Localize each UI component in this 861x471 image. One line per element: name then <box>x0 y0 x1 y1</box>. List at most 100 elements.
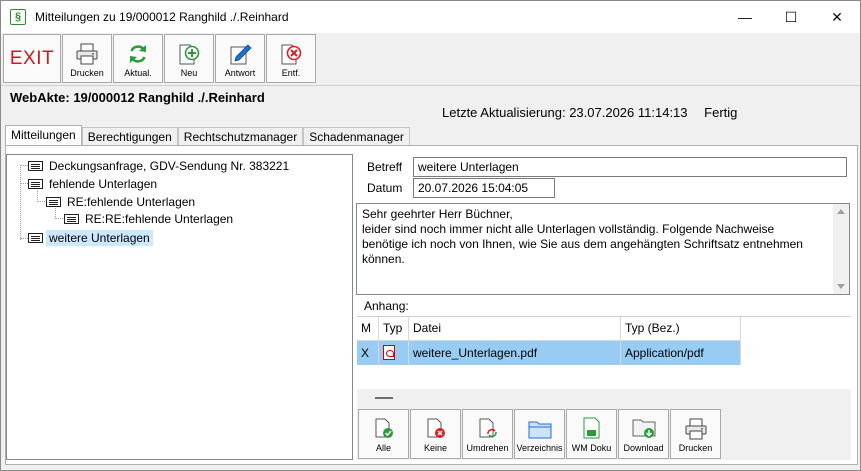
message-tree[interactable]: Deckungsanfrage, GDV-Sendung Nr. 383221 … <box>6 154 353 460</box>
title-bar[interactable]: § Mitteilungen zu 19/000012 Ranghild ./.… <box>1 1 860 33</box>
tree-item-selected[interactable]: weitere Unterlagen <box>28 229 153 246</box>
column-header-datei[interactable]: Datei <box>409 317 621 341</box>
toolbar-separator <box>1 85 860 86</box>
print-attachments-label: Drucken <box>678 443 713 453</box>
cell-mime-type[interactable]: Application/pdf <box>621 341 741 365</box>
delete-icon <box>281 44 302 65</box>
print-attachments-button[interactable]: Drucken <box>670 409 721 459</box>
tree-line <box>20 238 28 239</box>
tab-berechtigungen[interactable]: Berechtigungen <box>81 127 178 146</box>
select-all-label: Alle <box>375 443 391 453</box>
datum-field[interactable]: 20.07.2026 15:04:05 <box>413 178 555 198</box>
last-update-value: 23.07.2026 11:14:13 <box>569 105 688 120</box>
tree-item[interactable]: Deckungsanfrage, GDV-Sendung Nr. 383221 <box>28 157 292 174</box>
tree-item-label: RE:fehlende Unterlagen <box>67 194 196 209</box>
tree-line <box>55 218 63 219</box>
status-text: Fertig <box>704 105 738 120</box>
wm-document-label: WM Doku <box>571 443 612 453</box>
tree-line <box>20 183 28 184</box>
datum-label: Datum <box>367 181 403 195</box>
minimize-button[interactable]: — <box>722 1 768 33</box>
wm-document-icon <box>583 417 599 439</box>
tree-line <box>20 165 21 240</box>
tree-item[interactable]: RE:fehlende Unterlagen <box>46 193 198 210</box>
uncheck-icon <box>427 418 445 438</box>
scroll-thumb[interactable] <box>375 397 393 399</box>
message-scrollbar[interactable] <box>833 204 849 294</box>
status-line: Letzte Aktualisierung: 23.07.2026 11:14:… <box>442 105 737 120</box>
tree-item[interactable]: fehlende Unterlagen <box>28 175 160 192</box>
download-button[interactable]: Download <box>618 409 669 459</box>
download-folder-icon <box>632 419 655 438</box>
message-line: Sehr geehrter Herr Büchner, <box>362 207 513 221</box>
column-header-typ[interactable]: Typ <box>379 317 409 341</box>
exit-label: EXIT <box>9 47 55 69</box>
tree-item-label: fehlende Unterlagen <box>49 176 158 191</box>
close-window-button[interactable]: ✕ <box>814 1 860 33</box>
directory-label: Verzeichnis <box>516 443 563 453</box>
message-icon <box>46 196 61 207</box>
cell-marked[interactable]: X <box>357 341 379 365</box>
refresh-label: Aktual. <box>124 68 152 78</box>
reply-pen-icon <box>230 44 252 65</box>
reply-label: Antwort <box>224 68 256 78</box>
tree-item[interactable]: RE:RE:fehlende Unterlagen <box>64 210 236 227</box>
printer-icon <box>685 418 706 440</box>
printer-icon <box>76 43 98 65</box>
message-body[interactable]: Sehr geehrter Herr Büchner, leider sind … <box>356 203 850 295</box>
scroll-down-arrow-icon[interactable] <box>837 284 845 289</box>
message-line: leider sind noch immer nicht alle Unterl… <box>362 222 775 236</box>
download-label: Download <box>623 443 664 453</box>
select-none-label: Keine <box>423 443 448 453</box>
maximize-button[interactable]: ☐ <box>768 1 814 33</box>
select-all-button[interactable]: Alle <box>358 409 409 459</box>
invert-selection-button[interactable]: Umdrehen <box>462 409 513 459</box>
message-icon <box>28 178 43 189</box>
message-icon <box>64 213 79 224</box>
wm-document-button[interactable]: WM Doku <box>566 409 617 459</box>
main-window: § Mitteilungen zu 19/000012 Ranghild ./.… <box>0 0 861 471</box>
message-line: benötige ich noch von Ihnen, wie Sie aus… <box>362 237 803 251</box>
select-none-button[interactable]: Keine <box>410 409 461 459</box>
refresh-icon <box>130 45 146 63</box>
column-header-m[interactable]: M <box>357 317 379 341</box>
main-toolbar: EXIT Drucken Aktual. Neu Antwort Entf. <box>1 33 860 85</box>
window-title: Mitteilungen zu 19/000012 Ranghild ./.Re… <box>35 10 289 24</box>
tree-item-label: Deckungsanfrage, GDV-Sendung Nr. 383221 <box>49 158 290 173</box>
tab-mitteilungen[interactable]: Mitteilungen <box>5 125 82 146</box>
attachment-toolbar: Alle Keine Umdrehen Verzeichnis WM Doku … <box>357 406 851 460</box>
app-icon: § <box>10 9 26 25</box>
attachment-scrollbar[interactable] <box>357 389 851 406</box>
last-update-label: Letzte Aktualisierung: <box>442 105 566 120</box>
new-button[interactable]: Neu <box>164 34 214 83</box>
webakte-title: WebAkte: 19/000012 Ranghild ./.Reinhard <box>10 90 265 105</box>
column-header-typ-bez[interactable]: Typ (Bez.) <box>621 317 741 341</box>
betreff-field[interactable]: weitere Unterlagen <box>413 157 847 177</box>
folder-icon <box>528 421 551 439</box>
message-icon <box>28 232 43 243</box>
table-row[interactable]: X weitere_Unterlagen.pdf Application/pdf <box>357 341 741 365</box>
new-label: Neu <box>180 68 198 78</box>
invert-icon <box>479 418 497 438</box>
tree-item-label: weitere Unterlagen <box>46 229 153 246</box>
refresh-button[interactable]: Aktual. <box>113 34 163 83</box>
reply-button[interactable]: Antwort <box>215 34 265 83</box>
pdf-icon <box>383 345 395 360</box>
print-button[interactable]: Drucken <box>62 34 112 83</box>
message-line: können. <box>362 252 405 266</box>
cell-filename[interactable]: weitere_Unterlagen.pdf <box>409 341 621 365</box>
tab-schadenmanager[interactable]: Schadenmanager <box>303 127 410 146</box>
tree-item-label: RE:RE:fehlende Unterlagen <box>85 211 234 226</box>
exit-button[interactable]: EXIT <box>3 34 61 83</box>
tree-line <box>20 165 28 166</box>
delete-label: Entf. <box>281 68 301 78</box>
anhang-label: Anhang: <box>364 299 409 313</box>
new-icon <box>179 44 200 65</box>
directory-button[interactable]: Verzeichnis <box>514 409 565 459</box>
delete-button[interactable]: Entf. <box>266 34 316 83</box>
message-icon <box>28 160 43 171</box>
check-all-icon <box>375 418 393 438</box>
cell-type-icon <box>379 341 409 365</box>
tab-rechtschutzmanager[interactable]: Rechtschutzmanager <box>177 127 304 146</box>
scroll-up-arrow-icon[interactable] <box>837 209 845 214</box>
